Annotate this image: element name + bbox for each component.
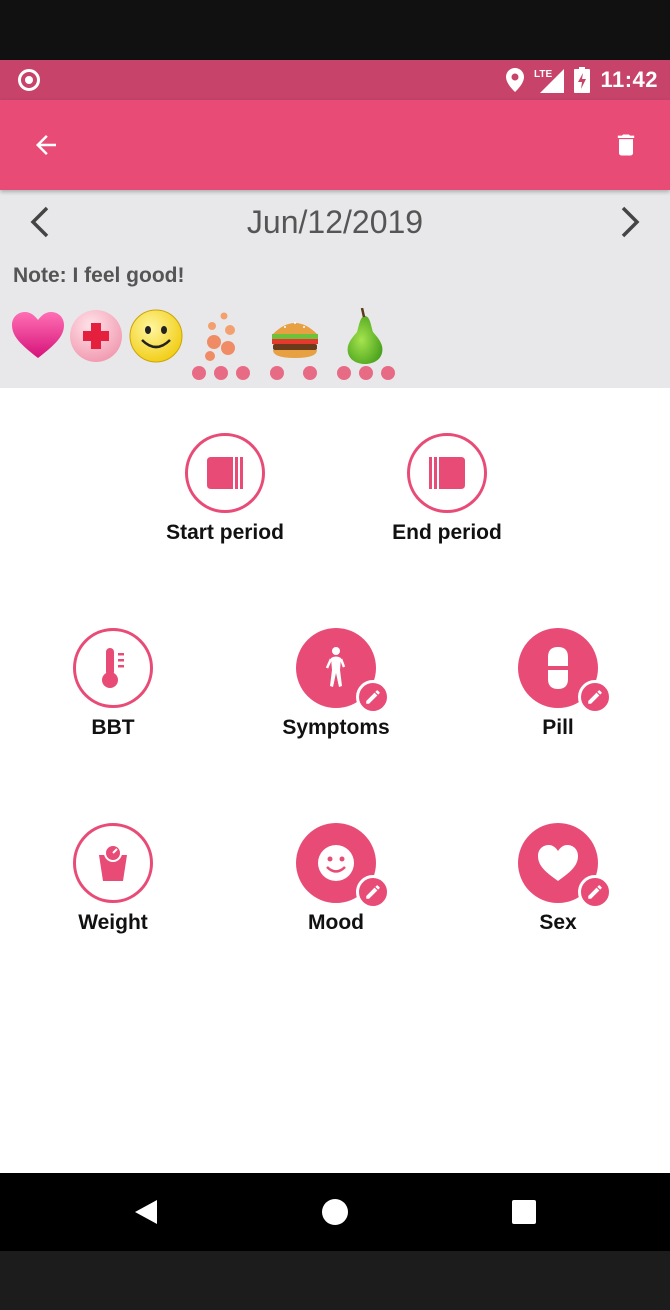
indicator-dot [236, 366, 250, 380]
square-recents-icon [512, 1200, 536, 1224]
back-button[interactable] [26, 125, 66, 165]
status-bar: LTE 11:42 [0, 60, 670, 100]
burger-icon [272, 322, 318, 358]
symptoms-circle [296, 628, 390, 714]
end-period-icon [429, 457, 465, 489]
heart-icon [538, 845, 578, 881]
network-type: LTE [534, 69, 552, 80]
trash-icon [617, 134, 635, 156]
chevron-right-icon [621, 206, 640, 238]
pear-icon [347, 308, 383, 364]
end-period-label: End period [392, 521, 502, 544]
indicator-dot [381, 366, 395, 380]
app-bar [0, 100, 670, 190]
start-period-button[interactable]: Start period [125, 433, 325, 545]
edit-badge [578, 680, 612, 714]
mood-circle [296, 823, 390, 909]
indicator-dot [359, 366, 373, 380]
pill-icon [548, 647, 568, 689]
indicator-dot [270, 366, 284, 380]
mood-button[interactable]: Mood [236, 823, 436, 935]
weight-circle [73, 823, 153, 903]
thermometer-icon [102, 648, 124, 688]
mood-label: Mood [308, 911, 364, 934]
current-date[interactable]: Jun/12/2019 [0, 202, 670, 242]
smiley-face-icon [318, 845, 354, 881]
pencil-icon [366, 885, 380, 899]
bbt-button[interactable]: BBT [13, 628, 213, 740]
clock: 11:42 [600, 67, 658, 92]
sex-circle [518, 823, 612, 909]
bottom-letterbox [0, 1251, 670, 1310]
pill-label: Pill [542, 716, 574, 739]
symptoms-button[interactable]: Symptoms [236, 628, 436, 740]
circle-home-icon [322, 1199, 348, 1225]
edit-badge [356, 875, 390, 909]
start-period-icon [207, 457, 243, 489]
nav-back-button[interactable] [126, 1192, 166, 1232]
start-period-label: Start period [166, 521, 284, 544]
pill-button[interactable]: Pill [458, 628, 658, 740]
smiley-icon [129, 309, 183, 363]
pimples-icon [205, 312, 235, 361]
weight-label: Weight [78, 911, 148, 934]
nav-home-button[interactable] [315, 1192, 355, 1232]
pencil-icon [588, 885, 602, 899]
pencil-icon [366, 690, 380, 704]
person-icon [325, 647, 346, 687]
location-icon [506, 68, 525, 92]
battery-icon [574, 67, 591, 93]
indicator-dot [337, 366, 351, 380]
sex-button[interactable]: Sex [458, 823, 658, 935]
date-header: Jun/12/2019 Note: I feel good! [0, 190, 670, 388]
signal-icon: LTE [534, 69, 565, 93]
main-content: Start period End period BBT Symptoms Pil… [0, 388, 670, 1173]
delete-button[interactable] [606, 125, 646, 165]
end-period-circle [407, 433, 487, 513]
notification-circle-icon [18, 69, 40, 91]
pill-circle [518, 628, 612, 714]
pencil-icon [588, 690, 602, 704]
nav-recents-button[interactable] [504, 1192, 544, 1232]
triangle-back-icon [135, 1200, 157, 1224]
edit-badge [356, 680, 390, 714]
arrow-left-icon [36, 135, 56, 155]
edit-badge [578, 875, 612, 909]
bbt-label: BBT [91, 716, 135, 739]
indicator-dot [192, 366, 206, 380]
indicator-dot [303, 366, 317, 380]
sex-label: Sex [539, 911, 577, 934]
end-period-button[interactable]: End period [347, 433, 547, 545]
day-note[interactable]: Note: I feel good! [13, 264, 185, 288]
bbt-circle [73, 628, 153, 708]
medicine-icon [70, 310, 122, 362]
symptoms-label: Symptoms [282, 716, 390, 739]
start-period-circle [185, 433, 265, 513]
heart-icon [12, 312, 64, 358]
scale-icon [99, 844, 127, 881]
next-day-button[interactable] [610, 202, 650, 242]
top-letterbox [0, 0, 670, 60]
indicator-dot [214, 366, 228, 380]
weight-button[interactable]: Weight [13, 823, 213, 935]
system-nav-bar [0, 1173, 670, 1251]
